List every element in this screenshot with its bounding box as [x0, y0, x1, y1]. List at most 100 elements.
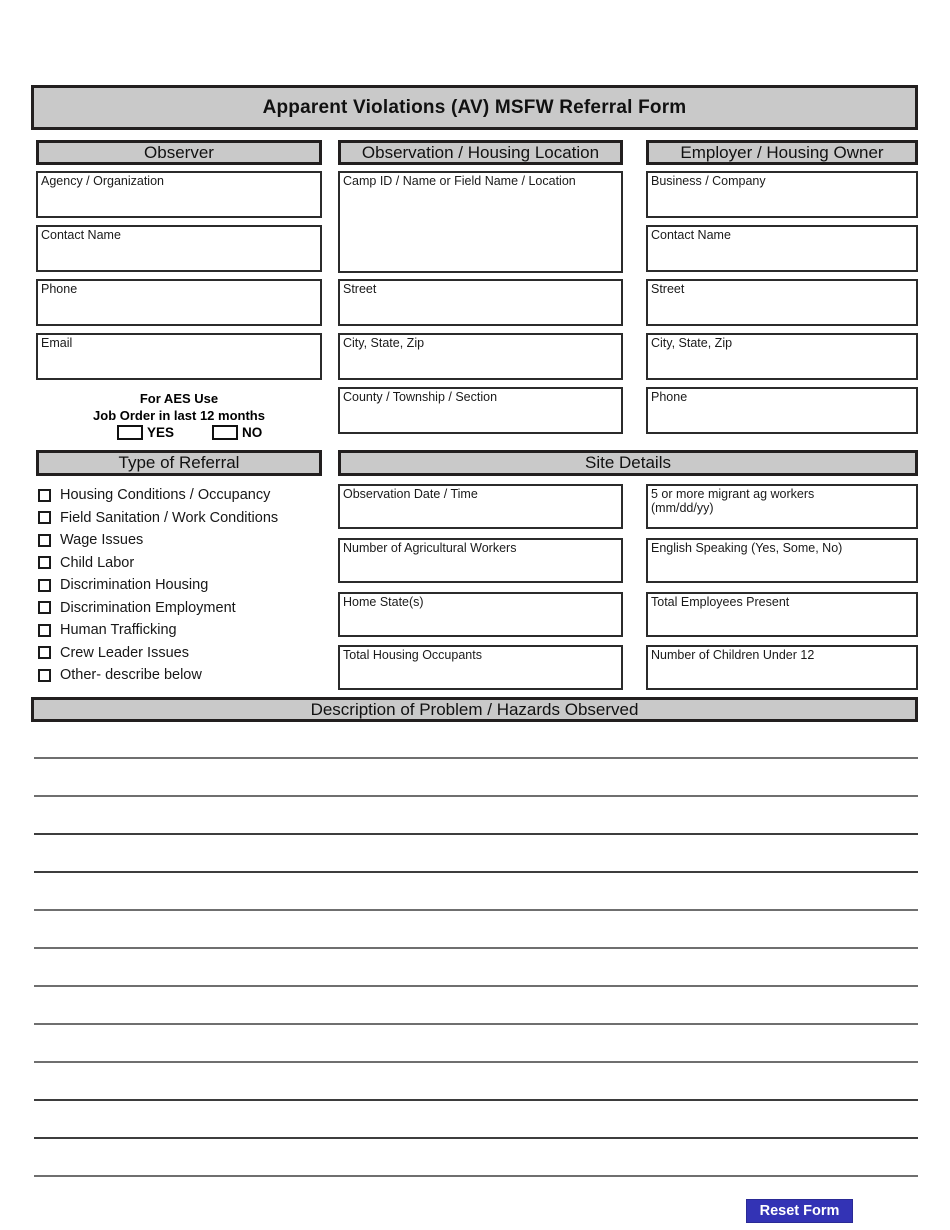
- aes-no-label: NO: [242, 425, 263, 440]
- field-county-township-section-label: County / Township / Section: [343, 390, 498, 404]
- field-business-company[interactable]: Business / Company: [646, 171, 918, 218]
- field-total-housing-occupants[interactable]: Total Housing Occupants: [338, 645, 623, 690]
- field-employer-phone-label: Phone: [651, 390, 688, 404]
- checkbox-icon[interactable]: [38, 556, 51, 570]
- description-line[interactable]: [34, 795, 918, 797]
- field-total-housing-occupants-label: Total Housing Occupants: [343, 648, 482, 662]
- checkbox-icon[interactable]: [38, 488, 51, 502]
- field-agency-organization-label: Agency / Organization: [41, 174, 164, 188]
- aes-yes-checkbox[interactable]: [117, 425, 143, 440]
- field-observer-contact-name-label: Contact Name: [41, 228, 121, 242]
- referral-option-discrimination-housing[interactable]: Discrimination Housing: [38, 574, 328, 597]
- section-header-description-label: Description of Problem / Hazards Observe…: [310, 699, 639, 719]
- referral-option-label: Wage Issues: [60, 532, 144, 549]
- checkbox-icon[interactable]: [38, 601, 51, 615]
- field-employer-street[interactable]: Street: [646, 279, 918, 326]
- field-employer-contact-name[interactable]: Contact Name: [646, 225, 918, 272]
- field-observation-city-state-zip-label: City, State, Zip: [343, 336, 425, 350]
- section-header-site-details: Site Details: [338, 450, 918, 476]
- description-line[interactable]: [34, 947, 918, 949]
- referral-option-crew-leader-issues[interactable]: Crew Leader Issues: [38, 642, 328, 665]
- field-home-states[interactable]: Home State(s): [338, 592, 623, 637]
- referral-option-label: Human Trafficking: [60, 622, 177, 639]
- referral-option-label: Housing Conditions / Occupancy: [60, 487, 271, 504]
- checkbox-icon[interactable]: [38, 668, 51, 682]
- field-english-speaking-label: English Speaking (Yes, Some, No): [651, 541, 843, 555]
- field-employer-phone[interactable]: Phone: [646, 387, 918, 434]
- field-five-or-more-migrant-ag-workers-label: 5 or more migrant ag workers (mm/dd/yy): [651, 487, 815, 515]
- reset-form-button[interactable]: Reset Form: [746, 1199, 853, 1223]
- field-number-of-agricultural-workers-label: Number of Agricultural Workers: [343, 541, 517, 555]
- field-observer-phone[interactable]: Phone: [36, 279, 322, 326]
- field-camp-id-location-label: Camp ID / Name or Field Name / Location: [343, 174, 576, 188]
- field-five-or-more-migrant-ag-workers[interactable]: 5 or more migrant ag workers (mm/dd/yy): [646, 484, 918, 529]
- referral-option-label: Discrimination Employment: [60, 599, 236, 616]
- checkbox-icon[interactable]: [38, 578, 51, 592]
- description-line[interactable]: [34, 1137, 918, 1139]
- referral-option-human-trafficking[interactable]: Human Trafficking: [38, 619, 328, 642]
- referral-option-label: Child Labor: [60, 554, 135, 571]
- aes-line1: For AES Use: [139, 391, 219, 406]
- field-observer-email[interactable]: Email: [36, 333, 322, 380]
- field-total-employees-present[interactable]: Total Employees Present: [646, 592, 918, 637]
- description-line[interactable]: [34, 833, 918, 835]
- section-header-observer: Observer: [36, 140, 322, 165]
- checkbox-icon[interactable]: [38, 646, 51, 660]
- description-line[interactable]: [34, 909, 918, 911]
- field-observation-street-label: Street: [343, 282, 377, 296]
- referral-option-other[interactable]: Other- describe below: [38, 664, 328, 687]
- referral-option-list: Housing Conditions / Occupancy Field San…: [38, 484, 328, 687]
- section-header-observer-label: Observer: [144, 142, 214, 162]
- checkbox-icon[interactable]: [38, 623, 51, 637]
- field-observation-date-time[interactable]: Observation Date / Time: [338, 484, 623, 529]
- field-agency-organization[interactable]: Agency / Organization: [36, 171, 322, 218]
- referral-option-label: Other- describe below: [60, 667, 202, 684]
- referral-option-child-labor[interactable]: Child Labor: [38, 552, 328, 575]
- aes-no-option[interactable]: NO: [212, 425, 262, 440]
- description-line[interactable]: [34, 1099, 918, 1101]
- field-employer-city-state-zip[interactable]: City, State, Zip: [646, 333, 918, 380]
- referral-form-page: Apparent Violations (AV) MSFW Referral F…: [0, 0, 950, 1230]
- reset-form-button-label: Reset Form: [759, 1203, 840, 1219]
- checkbox-icon[interactable]: [38, 511, 51, 525]
- field-home-states-label: Home State(s): [343, 595, 424, 609]
- description-line[interactable]: [34, 1175, 918, 1177]
- field-county-township-section[interactable]: County / Township / Section: [338, 387, 623, 434]
- field-number-of-agricultural-workers[interactable]: Number of Agricultural Workers: [338, 538, 623, 583]
- description-line[interactable]: [34, 1061, 918, 1063]
- field-camp-id-location[interactable]: Camp ID / Name or Field Name / Location: [338, 171, 623, 273]
- aes-no-checkbox[interactable]: [212, 425, 238, 440]
- field-observer-contact-name[interactable]: Contact Name: [36, 225, 322, 272]
- section-header-observation: Observation / Housing Location: [338, 140, 623, 165]
- field-english-speaking[interactable]: English Speaking (Yes, Some, No): [646, 538, 918, 583]
- aes-line2: Job Order in last 12 months: [93, 408, 265, 423]
- section-header-type-of-referral-label: Type of Referral: [118, 453, 240, 472]
- field-total-employees-present-label: Total Employees Present: [651, 595, 790, 609]
- checkbox-icon[interactable]: [38, 533, 51, 547]
- referral-option-wage-issues[interactable]: Wage Issues: [38, 529, 328, 552]
- field-observation-street[interactable]: Street: [338, 279, 623, 326]
- field-observer-email-label: Email: [41, 336, 73, 350]
- referral-option-discrimination-employment[interactable]: Discrimination Employment: [38, 597, 328, 620]
- referral-option-housing-conditions[interactable]: Housing Conditions / Occupancy: [38, 484, 328, 507]
- section-header-description: Description of Problem / Hazards Observe…: [31, 697, 918, 722]
- aes-use-block: For AES Use Job Order in last 12 months: [36, 390, 322, 424]
- referral-option-label: Discrimination Housing: [60, 577, 209, 594]
- form-title-banner: Apparent Violations (AV) MSFW Referral F…: [31, 85, 918, 130]
- description-line[interactable]: [34, 757, 918, 759]
- aes-yes-option[interactable]: YES: [117, 425, 174, 440]
- field-observation-city-state-zip[interactable]: City, State, Zip: [338, 333, 623, 380]
- field-employer-city-state-zip-label: City, State, Zip: [651, 336, 733, 350]
- field-number-of-children-under-12-label: Number of Children Under 12: [651, 648, 815, 662]
- field-employer-street-label: Street: [651, 282, 685, 296]
- description-line[interactable]: [34, 871, 918, 873]
- referral-option-field-sanitation[interactable]: Field Sanitation / Work Conditions: [38, 507, 328, 530]
- description-line[interactable]: [34, 1023, 918, 1025]
- page-title: Apparent Violations (AV) MSFW Referral F…: [262, 96, 687, 118]
- description-line[interactable]: [34, 985, 918, 987]
- field-employer-contact-name-label: Contact Name: [651, 228, 731, 242]
- field-observation-date-time-label: Observation Date / Time: [343, 487, 478, 501]
- section-header-site-details-label: Site Details: [585, 453, 671, 472]
- field-observer-phone-label: Phone: [41, 282, 78, 296]
- field-number-of-children-under-12[interactable]: Number of Children Under 12: [646, 645, 918, 690]
